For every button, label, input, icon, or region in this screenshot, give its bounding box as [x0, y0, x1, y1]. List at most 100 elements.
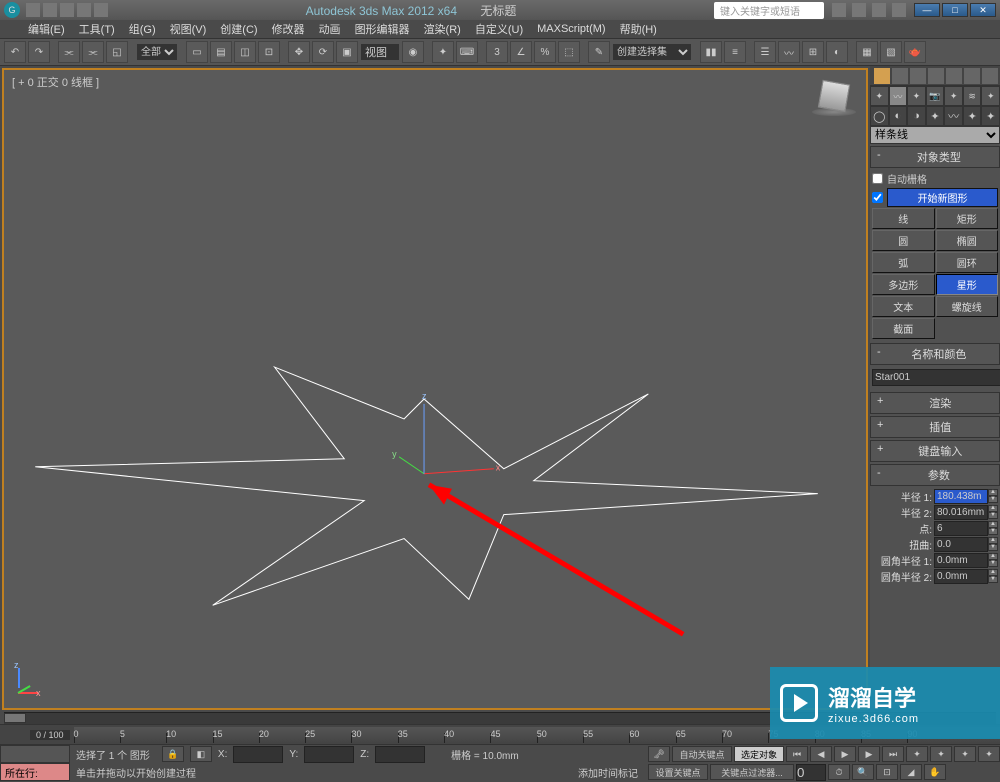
- spinner-snap-icon[interactable]: ⬚: [558, 41, 580, 63]
- type-donut[interactable]: 圆环: [936, 252, 999, 273]
- spin-up-icon[interactable]: ▲: [988, 489, 998, 496]
- snap-toggle-icon[interactable]: 3: [486, 41, 508, 63]
- type-section[interactable]: 截面: [872, 318, 935, 339]
- menu-create[interactable]: 创建(C): [220, 21, 257, 37]
- spin-up-icon[interactable]: ▲: [988, 537, 998, 544]
- undo-icon[interactable]: ↶: [4, 41, 26, 63]
- goto-end-icon[interactable]: ⏭: [882, 746, 904, 762]
- add-marker-button[interactable]: 添加时间标记: [578, 765, 638, 780]
- radius1-input[interactable]: [934, 489, 988, 504]
- extended-tab[interactable]: ◐: [889, 106, 908, 126]
- app-logo[interactable]: G: [4, 2, 20, 18]
- search-icon[interactable]: [832, 3, 846, 17]
- spin-down-icon[interactable]: ▼: [988, 528, 998, 535]
- spin-up-icon[interactable]: ▲: [988, 521, 998, 528]
- spin-down-icon[interactable]: ▼: [988, 496, 998, 503]
- material-icon[interactable]: ◐: [826, 41, 848, 63]
- cameras-tab[interactable]: 📷: [926, 86, 945, 106]
- minimize-button[interactable]: —: [914, 3, 940, 17]
- help-search-input[interactable]: 键入关键字或短语: [714, 2, 824, 19]
- autogrid-checkbox[interactable]: [872, 173, 883, 184]
- maximize-button[interactable]: □: [942, 3, 968, 17]
- world-icon[interactable]: [874, 68, 890, 84]
- dynamics-tab[interactable]: ✦: [963, 106, 982, 126]
- next-frame-icon[interactable]: ▶: [858, 746, 880, 762]
- y-coord-input[interactable]: [304, 746, 354, 763]
- menu-group[interactable]: 组(G): [129, 21, 156, 37]
- name-color-rollout[interactable]: 名称和颜色: [870, 343, 1000, 365]
- zoom-icon[interactable]: 🔍: [852, 764, 874, 780]
- rotate-icon[interactable]: ⟳: [312, 41, 334, 63]
- object-type-rollout[interactable]: 对象类型: [870, 146, 1000, 168]
- type-arc[interactable]: 弧: [872, 252, 935, 273]
- schematic-icon[interactable]: ⊞: [802, 41, 824, 63]
- mirror-icon[interactable]: ▮▮: [700, 41, 722, 63]
- listener-cell[interactable]: 所在行:: [0, 763, 70, 781]
- communication-icon[interactable]: [852, 3, 866, 17]
- fov-icon[interactable]: ◢: [900, 764, 922, 780]
- display-icon[interactable]: [964, 68, 980, 84]
- select-icon[interactable]: ▭: [186, 41, 208, 63]
- select-name-icon[interactable]: ▤: [210, 41, 232, 63]
- align-icon[interactable]: ≡: [724, 41, 746, 63]
- fillet2-input[interactable]: [934, 569, 988, 584]
- render-setup-icon[interactable]: ▦: [856, 41, 878, 63]
- type-rectangle[interactable]: 矩形: [936, 208, 999, 229]
- lock-selection-icon[interactable]: 🔒: [162, 746, 184, 762]
- ref-coord-select[interactable]: 视图: [360, 43, 400, 61]
- spin-up-icon[interactable]: ▲: [988, 553, 998, 560]
- menu-modifiers[interactable]: 修改器: [272, 21, 305, 37]
- spin-down-icon[interactable]: ▼: [988, 512, 998, 519]
- render-icon[interactable]: 🫖: [904, 41, 926, 63]
- create-tab[interactable]: ✦: [870, 86, 889, 106]
- time-config-icon[interactable]: ⏱: [828, 764, 850, 780]
- shape-category-select[interactable]: 样条线: [870, 126, 1000, 144]
- spin-down-icon[interactable]: ▼: [988, 544, 998, 551]
- keyboard-rollout[interactable]: 键盘输入: [870, 440, 1000, 462]
- layer-icon[interactable]: ☰: [754, 41, 776, 63]
- particle-tab[interactable]: ✦: [926, 106, 945, 126]
- type-circle[interactable]: 圆: [872, 230, 935, 251]
- type-ngon[interactable]: 多边形: [872, 274, 935, 295]
- keyfilter-button[interactable]: 关键点过滤器...: [710, 764, 794, 780]
- pan-icon[interactable]: ✋: [924, 764, 946, 780]
- type-text[interactable]: 文本: [872, 296, 935, 317]
- type-ellipse[interactable]: 椭圆: [936, 230, 999, 251]
- info-icons[interactable]: [832, 3, 906, 17]
- object-name-input[interactable]: [872, 369, 1000, 386]
- nurbs-tab[interactable]: 〰: [944, 106, 963, 126]
- distortion-input[interactable]: [934, 537, 988, 552]
- selection-filter-select[interactable]: 全部: [136, 43, 178, 61]
- nav4-icon[interactable]: ✦: [978, 746, 1000, 762]
- manipulate-icon[interactable]: ✦: [432, 41, 454, 63]
- interp-rollout[interactable]: 插值: [870, 416, 1000, 438]
- lock-icon[interactable]: [892, 68, 908, 84]
- star-shape[interactable]: x y z: [4, 70, 866, 708]
- menu-views[interactable]: 视图(V): [170, 21, 207, 37]
- startnew-checkbox[interactable]: [872, 192, 883, 203]
- standard-tab[interactable]: ◯: [870, 106, 889, 126]
- key-icon[interactable]: [928, 68, 944, 84]
- helpers-tab[interactable]: ✦: [944, 86, 963, 106]
- autokey-button[interactable]: 自动关键点: [672, 746, 732, 762]
- angle-snap-icon[interactable]: ∠: [510, 41, 532, 63]
- help-icon[interactable]: [892, 3, 906, 17]
- menu-help[interactable]: 帮助(H): [620, 21, 657, 37]
- fillet1-input[interactable]: [934, 553, 988, 568]
- menu-render[interactable]: 渲染(R): [424, 21, 461, 37]
- other-tab[interactable]: ✦: [981, 106, 1000, 126]
- favorite-icon[interactable]: [872, 3, 886, 17]
- render-frame-icon[interactable]: ▧: [880, 41, 902, 63]
- points-input[interactable]: [934, 521, 988, 536]
- systems-tab[interactable]: ✦: [981, 86, 1000, 106]
- key-icon[interactable]: 🗝: [648, 746, 670, 762]
- lights-tab[interactable]: ✦: [907, 86, 926, 106]
- script-cell[interactable]: [0, 745, 70, 763]
- time-slider-handle[interactable]: [4, 713, 26, 723]
- params-rollout[interactable]: 参数: [870, 464, 1000, 486]
- x-coord-input[interactable]: [233, 746, 283, 763]
- shapes-tab[interactable]: 〰: [889, 86, 908, 106]
- bind-icon[interactable]: ◱: [106, 41, 128, 63]
- window-crossing-icon[interactable]: ⊡: [258, 41, 280, 63]
- gear-icon[interactable]: [946, 68, 962, 84]
